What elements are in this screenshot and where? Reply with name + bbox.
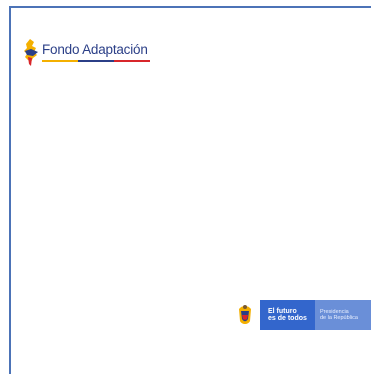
- colombia-map-icon: [24, 39, 38, 66]
- fondo-adaptacion-logo: Fondo Adaptación: [22, 39, 150, 67]
- slogan-line-1: El futuro: [268, 307, 297, 315]
- presidency-block: Presidencia de la República: [315, 300, 371, 330]
- document-page: Fondo Adaptación El futuro es de todos P…: [0, 0, 371, 374]
- brand-underline: [42, 60, 150, 62]
- government-footer-logo: El futuro es de todos Presidencia de la …: [230, 300, 371, 330]
- slogan-block: El futuro es de todos: [260, 300, 315, 330]
- coat-of-arms-icon: [230, 300, 260, 330]
- frame-top-border: [9, 6, 371, 8]
- slogan-line-2: es de todos: [268, 315, 307, 322]
- frame-left-border: [9, 6, 11, 374]
- brand-name: Fondo Adaptación: [42, 42, 148, 57]
- presidency-line-2: de la República: [320, 315, 358, 321]
